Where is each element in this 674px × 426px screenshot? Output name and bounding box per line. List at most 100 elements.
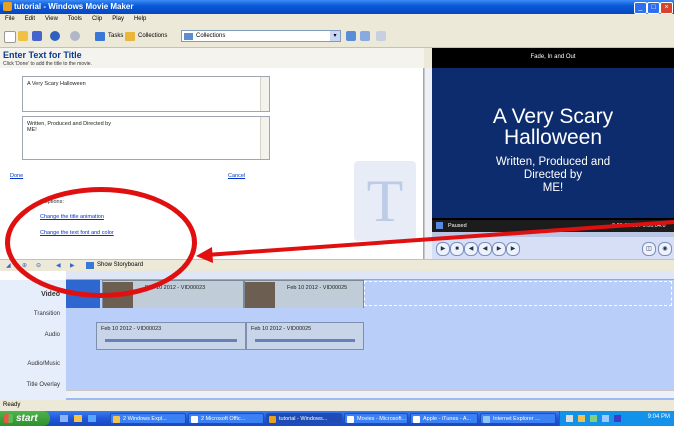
tray-icon[interactable] [614,415,621,422]
maximize-button[interactable]: □ [647,2,660,14]
menu-view[interactable]: View [40,14,63,22]
collections-folder-icon [184,33,193,40]
track-label-audio: Audio [44,332,60,338]
taskbar-item[interactable]: tutorial - Windows... [266,413,342,424]
menu-help[interactable]: Help [129,14,151,22]
start-label: start [16,413,38,424]
cancel-link[interactable]: Cancel [228,173,245,179]
rewind-icon[interactable]: ◀ [478,242,492,256]
fast-forward-icon[interactable]: ▶ [492,242,506,256]
tray-icon[interactable] [566,415,573,422]
taskbar-item[interactable]: Apple - iTunes - A... [410,413,478,424]
timeline-scrollbar[interactable] [66,390,674,398]
window-title: tutorial - Windows Movie Maker [14,2,134,11]
collections-icon [125,32,135,41]
collections-dropdown[interactable]: Collections ▾ [181,30,341,42]
next-frame-icon[interactable]: ▶ [506,242,520,256]
collections-button[interactable]: Collections [124,30,167,43]
menu-play[interactable]: Play [107,14,129,22]
taskbar-item-label: Apple - iTunes - A... [423,416,472,422]
stop-icon[interactable]: ■ [450,242,464,256]
taskbar-item[interactable]: Internet Explorer ... [480,413,556,424]
menu-file[interactable]: File [0,14,20,22]
taskbar-item-label: 2 Windows Expl... [123,416,167,422]
window-title-bar: tutorial - Windows Movie Maker _ □ × [0,0,674,14]
taskbar-item[interactable]: 2 Microsoft Offic... [188,413,264,424]
done-link[interactable]: Done [10,173,23,179]
collections-dropdown-value: Collections [196,33,226,39]
previous-frame-icon[interactable]: ◀ [464,242,478,256]
word-icon [347,416,354,423]
quick-launch-icon[interactable] [60,415,68,422]
video-clip[interactable]: Feb 10 2012 - VID00025 [244,280,364,310]
empty-video-area[interactable] [364,281,672,306]
subtitle-text-scrollbar[interactable] [260,117,269,159]
new-project-icon[interactable] [4,31,16,43]
preview-status: Paused [448,223,467,229]
system-tray: 9:04 PM [559,411,674,426]
save-project-icon[interactable] [32,31,42,41]
folder-icon [113,416,120,423]
set-audio-levels-icon[interactable]: ◢ [6,262,11,269]
preview-status-icon [436,222,443,229]
open-project-icon[interactable] [18,31,28,41]
undo-icon[interactable] [50,31,60,41]
views-icon[interactable] [376,31,386,41]
tray-icon[interactable] [602,415,609,422]
preview-line-3: Written, Produced and [495,156,611,168]
status-text: Ready [3,402,21,408]
internet-explorer-icon [483,416,490,423]
start-button[interactable]: start [0,411,50,426]
taskbar: start 2 Windows Expl... 2 Microsoft Offi… [0,411,674,426]
redo-icon[interactable] [70,31,80,41]
panel-instruction: Click 'Done' to add the title to the mov… [3,61,92,67]
subtitle-line-2: ME! [27,127,37,133]
up-folder-icon[interactable] [346,31,356,41]
playback-controls: ▶ ■ ◀ ◀ ▶ ▶ ◫ ◉ [432,237,674,259]
split-clip-icon[interactable]: ◫ [642,242,656,256]
title-text-value: A Very Scary Halloween [27,81,86,87]
new-folder-icon[interactable] [360,31,370,41]
itunes-icon [413,416,420,423]
taskbar-item-label: 2 Microsoft Offic... [201,416,246,422]
tray-icon[interactable] [578,415,585,422]
annotation-circle [5,187,197,298]
movie-maker-app-icon [3,2,12,11]
preview-line-5: ME! [542,182,564,194]
audio-waveform [255,339,355,342]
taskbar-item[interactable]: Movies - Microsoft... [344,413,408,424]
subtitle-text-field[interactable]: Written, Produced and Directed by ME! [22,116,270,160]
close-button[interactable]: × [660,2,673,14]
tasks-icon [95,32,105,41]
tasks-button[interactable]: Tasks [94,30,123,43]
title-watermark-icon: T [354,161,416,241]
title-text-field[interactable]: A Very Scary Halloween [22,76,270,112]
quick-launch-icon[interactable] [88,415,96,422]
audio-clip[interactable]: Feb 10 2012 - VID00025 [246,322,364,350]
minimize-button[interactable]: _ [634,2,647,14]
track-labels: Video Transition Audio Audio/Music Title… [0,280,66,400]
snapshot-icon[interactable]: ◉ [658,242,672,256]
chevron-down-icon[interactable]: ▾ [330,31,340,41]
preview-subtitle-text: Written, Produced and Directed by ME! [432,156,674,195]
audio-music-track[interactable] [66,350,674,375]
tasks-label: Tasks [108,33,124,39]
menu-edit[interactable]: Edit [20,14,40,22]
taskbar-item[interactable]: 2 Windows Expl... [110,413,186,424]
status-bar: Ready [0,400,674,411]
clock[interactable]: 9:04 PM [648,414,670,420]
audio-clip[interactable]: Feb 10 2012 - VID00023 [96,322,246,350]
preview-title-text: A Very Scary Halloween [432,106,674,148]
track-label-video[interactable]: Video [0,291,60,298]
title-text-scrollbar[interactable] [260,77,269,111]
taskbar-item-label: tutorial - Windows... [279,416,328,422]
tray-icon[interactable] [590,415,597,422]
title-overlay-track[interactable] [66,374,674,391]
menu-clip[interactable]: Clip [87,14,107,22]
menu-bar: File Edit View Tools Clip Play Help [0,14,674,25]
play-icon[interactable]: ▶ [436,242,450,256]
taskbar-item-label: Internet Explorer ... [493,416,540,422]
quick-launch-icon[interactable] [74,415,82,422]
preview-line-2: Halloween [503,126,603,149]
menu-tools[interactable]: Tools [63,14,87,22]
